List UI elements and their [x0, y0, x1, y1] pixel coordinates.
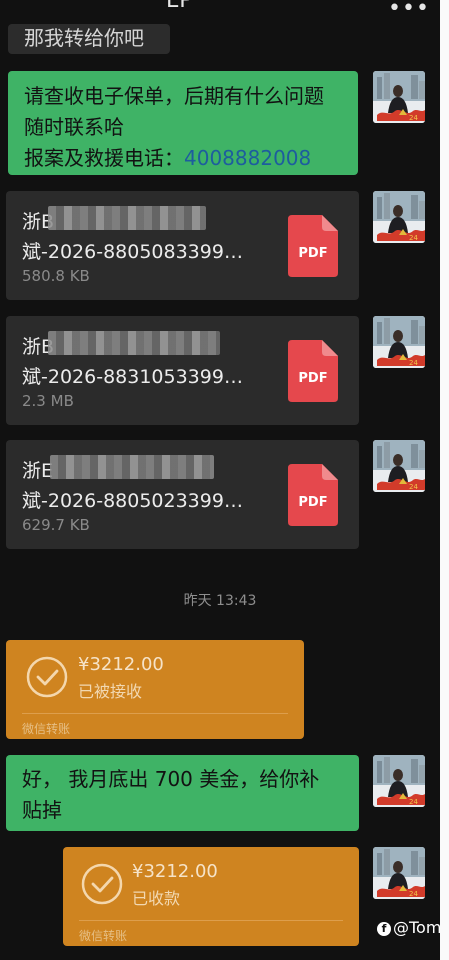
message-timestamp: 昨天 13:43 [183, 593, 257, 609]
policy-line-3: 报案及救援电话：4008882008 [24, 146, 312, 170]
file-name-bottom: 斌-2026-8831053399… [22, 366, 243, 388]
transfer-amount: ¥3212.00 [132, 861, 218, 882]
reply-line-2: 贴掉 [22, 798, 62, 822]
redaction-mask [50, 455, 214, 479]
watermark: f @Tom [377, 918, 441, 937]
previous-message-bubble: 那我转给你吧 [8, 24, 170, 54]
reply-line-1: 好， 我月底出 700 美金，给你补 [22, 767, 320, 791]
previous-message-text: 那我转给你吧 [24, 26, 144, 50]
avatar[interactable] [373, 755, 425, 807]
divider [79, 920, 343, 921]
policy-line-1: 请查收电子保单，后期有什么问题 [24, 84, 324, 108]
transfer-amount: ¥3212.00 [78, 654, 164, 675]
avatar[interactable] [373, 847, 425, 899]
transfer-collected-card[interactable]: ¥3212.00 已收款 微信转账 [63, 847, 359, 946]
file-name-top: 浙E [22, 460, 54, 482]
policy-line-2: 随时联系哈 [24, 115, 124, 139]
redaction-mask [48, 331, 220, 355]
phone-number-link[interactable]: 4008882008 [184, 146, 311, 170]
policy-message-bubble[interactable]: 请查收电子保单，后期有什么问题 随时联系哈 报案及救援电话：4008882008 [8, 71, 358, 175]
transfer-label: 微信转账 [22, 722, 71, 736]
file-size: 580.8 KB [22, 267, 90, 285]
avatar[interactable] [373, 440, 425, 492]
pdf-file-card[interactable]: 浙B 斌-2026-8831053399… 2.3 MB PDF [6, 316, 359, 425]
file-name-bottom: 斌-2026-8805083399… [22, 241, 243, 263]
page-edge [440, 0, 449, 960]
chat-title: LP [166, 0, 194, 13]
svg-text:PDF: PDF [298, 246, 327, 261]
avatar[interactable] [373, 191, 425, 243]
more-horizontal-icon[interactable]: ••• [388, 0, 430, 21]
avatar[interactable] [373, 316, 425, 368]
redaction-mask [48, 206, 206, 230]
transfer-status: 已被接收 [78, 682, 143, 701]
pdf-icon: PDF [288, 340, 338, 402]
file-size: 629.7 KB [22, 516, 90, 534]
avatar[interactable] [373, 71, 425, 123]
svg-text:PDF: PDF [298, 371, 327, 386]
pdf-icon: PDF [288, 215, 338, 277]
file-size: 2.3 MB [22, 392, 74, 410]
pdf-file-card[interactable]: 浙B 斌-2026-8805083399… 580.8 KB PDF [6, 191, 359, 300]
reply-message-bubble[interactable]: 好， 我月底出 700 美金，给你补 贴掉 [6, 755, 359, 831]
check-circle-icon [26, 656, 68, 698]
transfer-received-card[interactable]: ¥3212.00 已被接收 微信转账 [6, 640, 304, 739]
transfer-label: 微信转账 [79, 929, 128, 943]
pdf-icon: PDF [288, 464, 338, 526]
divider [22, 713, 288, 714]
facebook-logo-icon: f [377, 922, 391, 936]
transfer-status: 已收款 [132, 889, 181, 908]
pdf-file-card[interactable]: 浙E 斌-2026-8805023399… 629.7 KB PDF [6, 440, 359, 549]
file-name-bottom: 斌-2026-8805023399… [22, 490, 243, 512]
check-circle-icon [81, 863, 123, 905]
svg-text:PDF: PDF [298, 495, 327, 510]
